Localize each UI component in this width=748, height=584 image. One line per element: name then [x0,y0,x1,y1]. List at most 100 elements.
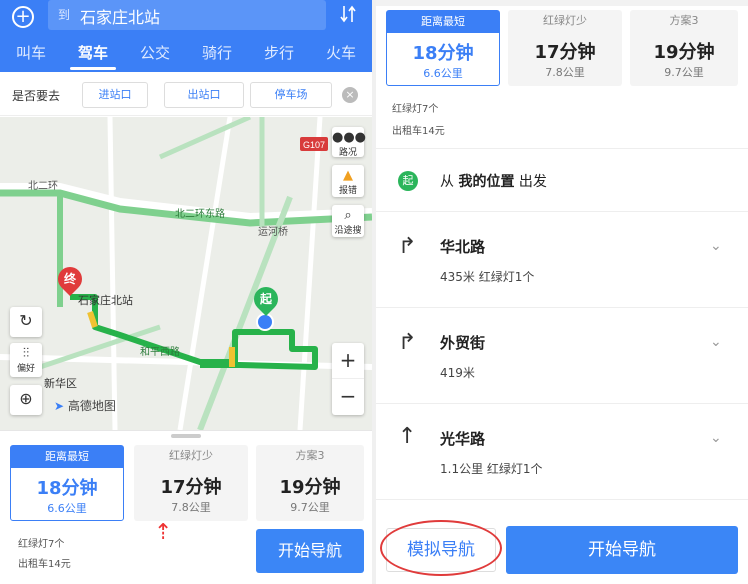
start-navigation-button[interactable]: 开始导航 [506,526,738,574]
destination-input[interactable]: 到 石家庄北站 [48,0,326,30]
swap-icon[interactable] [340,4,360,24]
zoom-in-button[interactable]: + [332,343,364,379]
tab-train[interactable]: 火车 [310,36,372,72]
tab-walk[interactable]: 步行 [248,36,310,72]
chip-parking[interactable]: 停车场 [250,82,332,108]
step-title: 华北路 [440,238,486,256]
start-description: 从 我的位置 出发 [440,171,547,191]
add-icon[interactable]: + [12,6,34,28]
route-map[interactable]: G107 北二环 北二环东路 和平西路 运河桥 ●●● 路况 ▲ 报错 ⌕ 沿途… [0,117,372,430]
pull-up-arrow-icon: ⇡ [154,520,173,545]
plan-card-2[interactable]: 红绿灯少 17分钟 7.8公里 [508,10,622,86]
drag-handle[interactable] [171,434,201,438]
turn-right-icon: ↱ [398,330,417,355]
transport-mode-tabs: 叫车 驾车 公交 骑行 步行 火车 [0,36,372,72]
destination-prefix: 到 [58,8,71,22]
plan-card-3[interactable]: 方案3 19分钟 9.7公里 [630,10,738,86]
start-text-pre: 从 [440,174,454,190]
goto-suggestion-row: 是否要去 进站口 出站口 停车场 × [0,74,372,116]
plan-distance: 7.8公里 [545,66,585,79]
road-label-north2-east: 北二环东路 [175,207,225,220]
route-plans-sheet: 距离最短 18分钟 6.6公里 红绿灯少 17分钟 7.8公里 方案3 19分钟… [0,430,372,584]
goto-label: 是否要去 [12,89,61,103]
plan-tag: 方案3 [669,14,699,27]
plan-distance: 7.8公里 [171,501,211,514]
plan-distance: 6.6公里 [423,67,463,80]
taxi-fare: 出租车14元 [18,559,71,570]
road-label-north2: 北二环 [28,180,58,192]
sliders-icon: ⫶⫶ [22,346,30,361]
plan-card-1[interactable]: 距离最短 18分钟 6.6公里 [10,445,124,521]
warning-icon: ▲ [343,168,353,183]
logo-icon: ➤ [54,399,65,413]
route-step-1[interactable]: ↱ 华北路 435米 红绿灯1个 ⌄ [376,212,748,308]
along-search-button[interactable]: ⌕ 沿途搜 [332,205,364,237]
top-bar: + 到 石家庄北站 叫车 驾车 公交 骑行 步行 火车 [0,0,372,72]
plan-time: 17分钟 [534,42,596,63]
plan-time: 17分钟 [160,477,222,498]
amap-logo: ➤ 高德地图 [54,397,116,414]
step-detail: 1.1公里 红绿灯1个 [440,462,543,476]
route-step-3[interactable]: ↑ 光华路 1.1公里 红绿灯1个 ⌄ [376,404,748,500]
traffic-lights-count: 红绿灯7个 [392,104,439,115]
plan-card-1[interactable]: 距离最短 18分钟 6.6公里 [386,10,500,86]
start-text-post: 出发 [518,174,547,190]
plan-tag: 红绿灯少 [169,449,213,462]
chip-exit[interactable]: 出站口 [164,82,244,108]
route-step-2[interactable]: ↱ 外贸街 419米 ⌄ [376,308,748,404]
traffic-button[interactable]: ●●● 路况 [332,127,366,158]
step-title: 光华路 [440,430,486,448]
plan-card-2[interactable]: 红绿灯少 17分钟 7.8公里 [134,445,248,521]
tab-bike[interactable]: 骑行 [186,36,248,72]
road-badge-g107: G107 [303,140,325,150]
plan-time: 19分钟 [653,42,715,63]
end-marker: 终 [53,262,87,296]
preference-button[interactable]: ⫶⫶ 偏好 [10,343,42,377]
road-label-yunhe: 运河桥 [258,226,288,238]
plan-tag: 红绿灯少 [543,14,587,27]
zoom-control: + − [332,343,364,415]
right-screen: 距离最短 18分钟 6.6公里 红绿灯少 17分钟 7.8公里 方案3 19分钟… [376,0,748,584]
tab-taxi[interactable]: 叫车 [0,36,62,72]
plan-tag: 距离最短 [11,446,123,468]
step-detail: 419米 [440,366,475,380]
zoom-out-button[interactable]: − [332,379,364,415]
station-label: 石家庄北站 [78,294,133,307]
plan-card-3[interactable]: 方案3 19分钟 9.7公里 [256,445,364,521]
step-detail: 435米 红绿灯1个 [440,270,535,284]
start-badge: 起 [398,171,418,191]
plan-tag: 方案3 [295,449,325,462]
refresh-button[interactable]: ↻ [10,307,42,337]
locate-button[interactable]: ⊕ [10,385,42,415]
chevron-down-icon[interactable]: ⌄ [710,334,722,350]
my-location-dot [256,313,274,331]
step-title: 外贸街 [440,334,486,352]
traffic-label: 路况 [338,148,357,158]
tab-bus[interactable]: 公交 [124,36,186,72]
plan-time: 19分钟 [279,477,341,498]
plan-distance: 6.6公里 [47,502,87,515]
logo-text: 高德地图 [67,399,116,413]
report-button[interactable]: ▲ 报错 [332,165,364,197]
plan-distance: 9.7公里 [664,66,704,79]
destination-text: 石家庄北站 [80,8,161,27]
chevron-down-icon[interactable]: ⌄ [710,430,722,446]
start-marker: 起 [249,282,283,316]
tab-drive[interactable]: 驾车 [62,36,124,72]
left-screen: + 到 石家庄北站 叫车 驾车 公交 骑行 步行 火车 是否要去 进站口 出站口… [0,0,372,584]
start-navigation-button[interactable]: 开始导航 [256,529,364,573]
chip-entrance[interactable]: 进站口 [82,82,148,108]
taxi-fare: 出租车14元 [392,126,445,137]
plan-time: 18分钟 [412,43,474,64]
start-text-bold: 我的位置 [458,174,515,190]
start-step: 起 从 我的位置 出发 [376,148,748,212]
close-icon[interactable]: × [342,87,358,103]
turn-right-icon: ↱ [398,234,417,259]
chevron-down-icon[interactable]: ⌄ [710,238,722,254]
report-label: 报错 [338,186,357,196]
start-marker-text: 起 [259,292,272,306]
traffic-lights-count: 红绿灯7个 [18,539,65,550]
along-search-label: 沿途搜 [334,226,362,236]
end-marker-text: 终 [63,272,76,286]
straight-arrow-icon: ↑ [398,424,417,449]
